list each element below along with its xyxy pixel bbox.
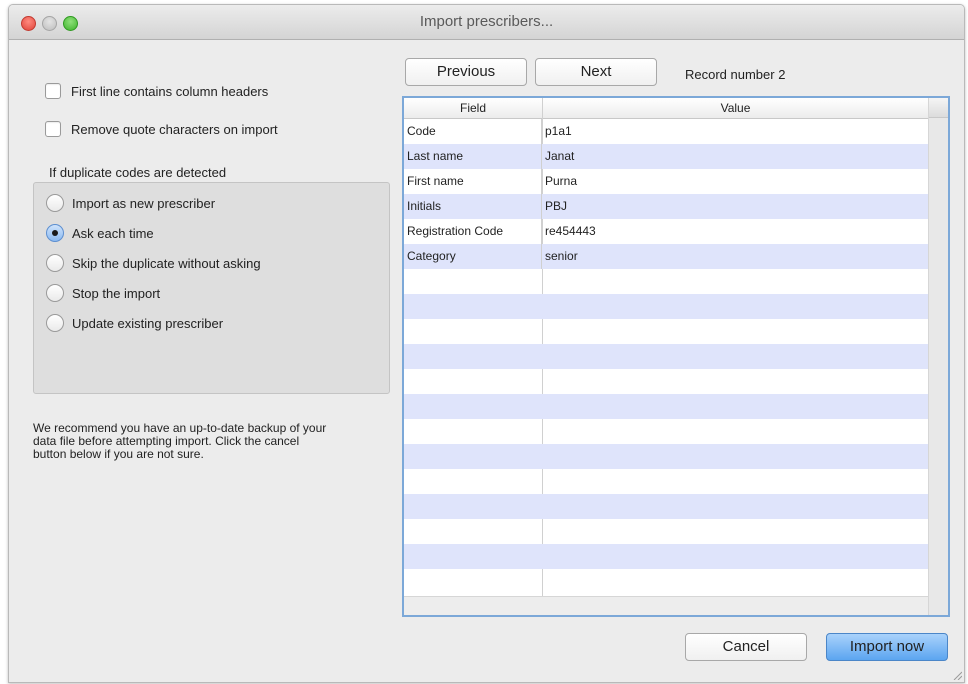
table-header: Field Value (404, 98, 928, 119)
cell-field: First name (404, 169, 542, 194)
resize-grip-icon[interactable] (952, 670, 962, 680)
radio-label: Stop the import (72, 285, 161, 301)
radio-import-as-new[interactable]: Import as new prescriber (46, 194, 215, 212)
cell-value: re454443 (545, 224, 596, 238)
empty-row (404, 544, 928, 569)
radio-button[interactable] (46, 254, 64, 272)
table-row[interactable]: Code p1a1 (404, 119, 928, 144)
empty-row (404, 294, 928, 319)
radio-label: Skip the duplicate without asking (72, 255, 261, 271)
table-body: Code p1a1 Last name Janat First name Pur… (404, 119, 928, 594)
table-row[interactable]: Registration Code re454443 (404, 219, 928, 244)
scrollbar-header-corner (929, 98, 948, 118)
radio-label: Update existing prescriber (72, 315, 224, 331)
radio-label: Import as new prescriber (72, 195, 216, 211)
cell-value: p1a1 (545, 124, 572, 138)
cell-value: Purna (545, 174, 578, 188)
backup-warning-note: We recommend you have an up-to-date back… (33, 421, 327, 461)
cancel-button[interactable]: Cancel (685, 633, 807, 661)
empty-row (404, 444, 928, 469)
import-dialog: Import prescribers... First line contain… (8, 4, 965, 683)
remove-quotes-checkbox[interactable] (45, 121, 61, 137)
cell-field: Registration Code (404, 219, 542, 244)
table-row[interactable]: Last name Janat (404, 144, 928, 169)
previous-button[interactable]: Previous (405, 58, 527, 86)
remove-quotes-option[interactable]: Remove quote characters on import (45, 121, 278, 137)
radio-ask-each-time[interactable]: Ask each time (46, 224, 154, 242)
radio-button[interactable] (46, 314, 64, 332)
radio-stop-import[interactable]: Stop the import (46, 284, 160, 302)
record-number: Record number 2 (685, 67, 786, 82)
duplicates-section-label: If duplicate codes are detected (49, 165, 227, 180)
cell-value: PBJ (545, 199, 568, 213)
import-now-button[interactable]: Import now (826, 633, 948, 661)
empty-row (404, 344, 928, 369)
first-line-headers-checkbox[interactable] (45, 83, 61, 99)
cell-field: Code (404, 119, 542, 144)
vertical-scrollbar[interactable] (928, 98, 948, 615)
title-bar: Import prescribers... (9, 5, 964, 40)
remove-quotes-label: Remove quote characters on import (71, 121, 278, 137)
empty-row (404, 494, 928, 519)
empty-row (404, 569, 928, 594)
first-line-headers-option[interactable]: First line contains column headers (45, 83, 268, 99)
cell-field: Last name (404, 144, 542, 169)
column-header-value[interactable]: Value (543, 98, 928, 118)
empty-row (404, 519, 928, 544)
cell-value: senior (545, 249, 578, 263)
first-line-headers-label: First line contains column headers (71, 83, 269, 99)
radio-label: Ask each time (72, 225, 154, 241)
cell-field: Initials (404, 194, 542, 219)
table-row[interactable]: Initials PBJ (404, 194, 928, 219)
cell-value: Janat (545, 149, 575, 163)
horizontal-scrollbar[interactable] (404, 596, 928, 615)
empty-row (404, 269, 928, 294)
next-button[interactable]: Next (535, 58, 657, 86)
radio-button-selected[interactable] (46, 224, 64, 242)
column-header-field[interactable]: Field (404, 98, 543, 118)
window-title: Import prescribers... (419, 13, 554, 30)
radio-update-existing[interactable]: Update existing prescriber (46, 314, 223, 332)
record-table[interactable]: Field Value Code p1a1 Last name Janat Fi… (402, 96, 950, 617)
empty-row (404, 469, 928, 494)
table-row[interactable]: Category senior (404, 244, 928, 269)
radio-button[interactable] (46, 194, 64, 212)
radio-button[interactable] (46, 284, 64, 302)
duplicates-radio-group: Import as new prescriber Ask each time S… (33, 182, 390, 394)
empty-row (404, 394, 928, 419)
empty-row (404, 319, 928, 344)
empty-row (404, 419, 928, 444)
empty-row (404, 369, 928, 394)
cell-field: Category (404, 244, 542, 269)
table-row[interactable]: First name Purna (404, 169, 928, 194)
radio-skip-duplicate[interactable]: Skip the duplicate without asking (46, 254, 261, 272)
